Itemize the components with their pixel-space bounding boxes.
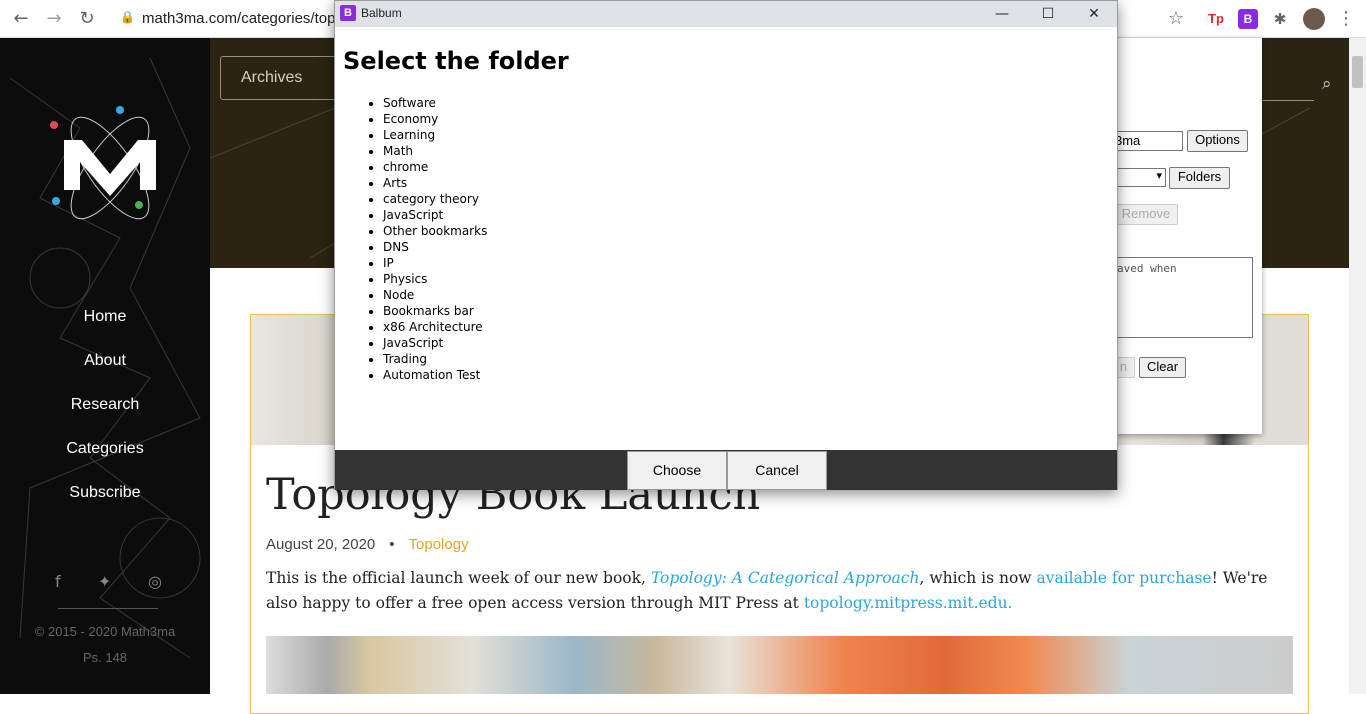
reload-icon[interactable]: ↻ [75,7,99,31]
page-scrollbar[interactable] [1349,38,1366,694]
options-button[interactable]: Options [1187,130,1248,152]
article-category-link[interactable]: Topology [409,536,469,553]
maximize-icon[interactable]: ☐ [1025,1,1071,27]
folder-item[interactable]: Math [383,143,487,159]
folder-item[interactable]: Node [383,287,487,303]
folder-item[interactable]: DNS [383,239,487,255]
folder-item[interactable]: JavaScript [383,335,487,351]
meta-separator: • [389,536,395,553]
forward-icon[interactable]: → [42,7,66,31]
minimize-icon[interactable]: — [979,1,1025,27]
clear-button[interactable]: Clear [1139,357,1186,378]
lock-icon: 🔒 [120,10,135,24]
cancel-button[interactable]: Cancel [727,451,827,490]
balbum-app-icon: B [340,5,356,21]
search-icon[interactable]: ⌕ [1322,74,1332,94]
dialog-titlebar[interactable]: B Balbum — ☐ ✕ [335,1,1117,27]
folder-item[interactable]: Physics [383,271,487,287]
nav-subscribe[interactable]: Subscribe [0,484,210,502]
article-meta: August 20, 2020 • Topology [266,536,469,553]
extensions-puzzle-icon[interactable]: ✱ [1268,7,1292,31]
popup-notes-textarea[interactable]: aved when [1110,257,1253,338]
copyright-text: © 2015 - 2020 Math3ma [34,624,176,639]
folder-item[interactable]: Economy [383,111,487,127]
folder-item[interactable]: IP [383,255,487,271]
dialog-heading: Select the folder [343,47,569,75]
facebook-icon[interactable]: f [55,572,61,591]
folder-item[interactable]: Trading [383,351,487,367]
archives-dropdown[interactable]: Archives [220,56,350,100]
chevron-down-icon: ▾ [1156,170,1162,182]
article-body: This is the official launch week of our … [266,566,1296,616]
select-folder-dialog: B Balbum — ☐ ✕ Select the folder Softwar… [334,0,1118,490]
folder-item[interactable]: Learning [383,127,487,143]
folder-item[interactable]: chrome [383,159,487,175]
dialog-app-name: Balbum [361,6,402,20]
address-bar[interactable]: 🔒 math3ma.com/categories/topo [112,6,352,32]
article-date: August 20, 2020 [266,536,376,553]
site-sidebar: Home About Research Categories Subscribe… [0,38,210,694]
purchase-link[interactable]: available for purchase [1036,569,1211,587]
folder-item[interactable]: Automation Test [383,367,487,383]
close-icon[interactable]: ✕ [1071,1,1117,27]
mitpress-link[interactable]: topology.mitpress.mit.edu. [804,594,1013,612]
url-text[interactable]: math3ma.com/categories/topo [142,10,344,27]
balbum-extension-icon[interactable]: B [1238,9,1258,29]
folder-item[interactable]: category theory [383,191,487,207]
ps-text: Ps. 148 [82,650,128,665]
math3ma-logo[interactable] [40,98,180,238]
instagram-icon[interactable]: ◎ [148,572,162,591]
nav-home[interactable]: Home [0,308,210,326]
nav-about[interactable]: About [0,352,210,370]
profile-avatar[interactable] [1303,8,1325,30]
folder-item[interactable]: Other bookmarks [383,223,487,239]
nav-categories[interactable]: Categories [0,440,210,458]
body-text: This is the official launch week of our … [266,569,651,587]
folders-button[interactable]: Folders [1169,167,1230,189]
folder-item[interactable]: Software [383,95,487,111]
remove-button[interactable]: Remove [1114,204,1178,225]
popup-folder-select[interactable]: ▾ [1110,168,1166,187]
tp-extension-icon[interactable]: Tp [1206,9,1226,29]
bookmark-star-icon[interactable]: ☆ [1164,7,1188,31]
choose-button[interactable]: Choose [627,451,727,490]
book-link[interactable]: Topology: A Categorical Approach [651,569,920,587]
folder-list: Software Economy Learning Math chrome Ar… [383,95,487,383]
dialog-footer: Choose Cancel [335,450,1117,490]
twitter-icon[interactable]: ✦ [98,572,111,591]
body-text: , which is now [919,569,1037,587]
back-icon[interactable]: ← [9,7,33,31]
folder-item[interactable]: JavaScript [383,207,487,223]
bookshelf-image [266,636,1293,694]
nav-research[interactable]: Research [0,396,210,414]
popup-name-input[interactable]: 3ma [1110,131,1183,151]
scrollbar-thumb[interactable] [1352,56,1363,88]
menu-icon[interactable]: ⋮ [1334,7,1358,31]
folder-item[interactable]: Bookmarks bar [383,303,487,319]
folder-item[interactable]: Arts [383,175,487,191]
folder-item[interactable]: x86 Architecture [383,319,487,335]
archives-label: Archives [241,69,303,86]
sidebar-divider [58,608,158,609]
